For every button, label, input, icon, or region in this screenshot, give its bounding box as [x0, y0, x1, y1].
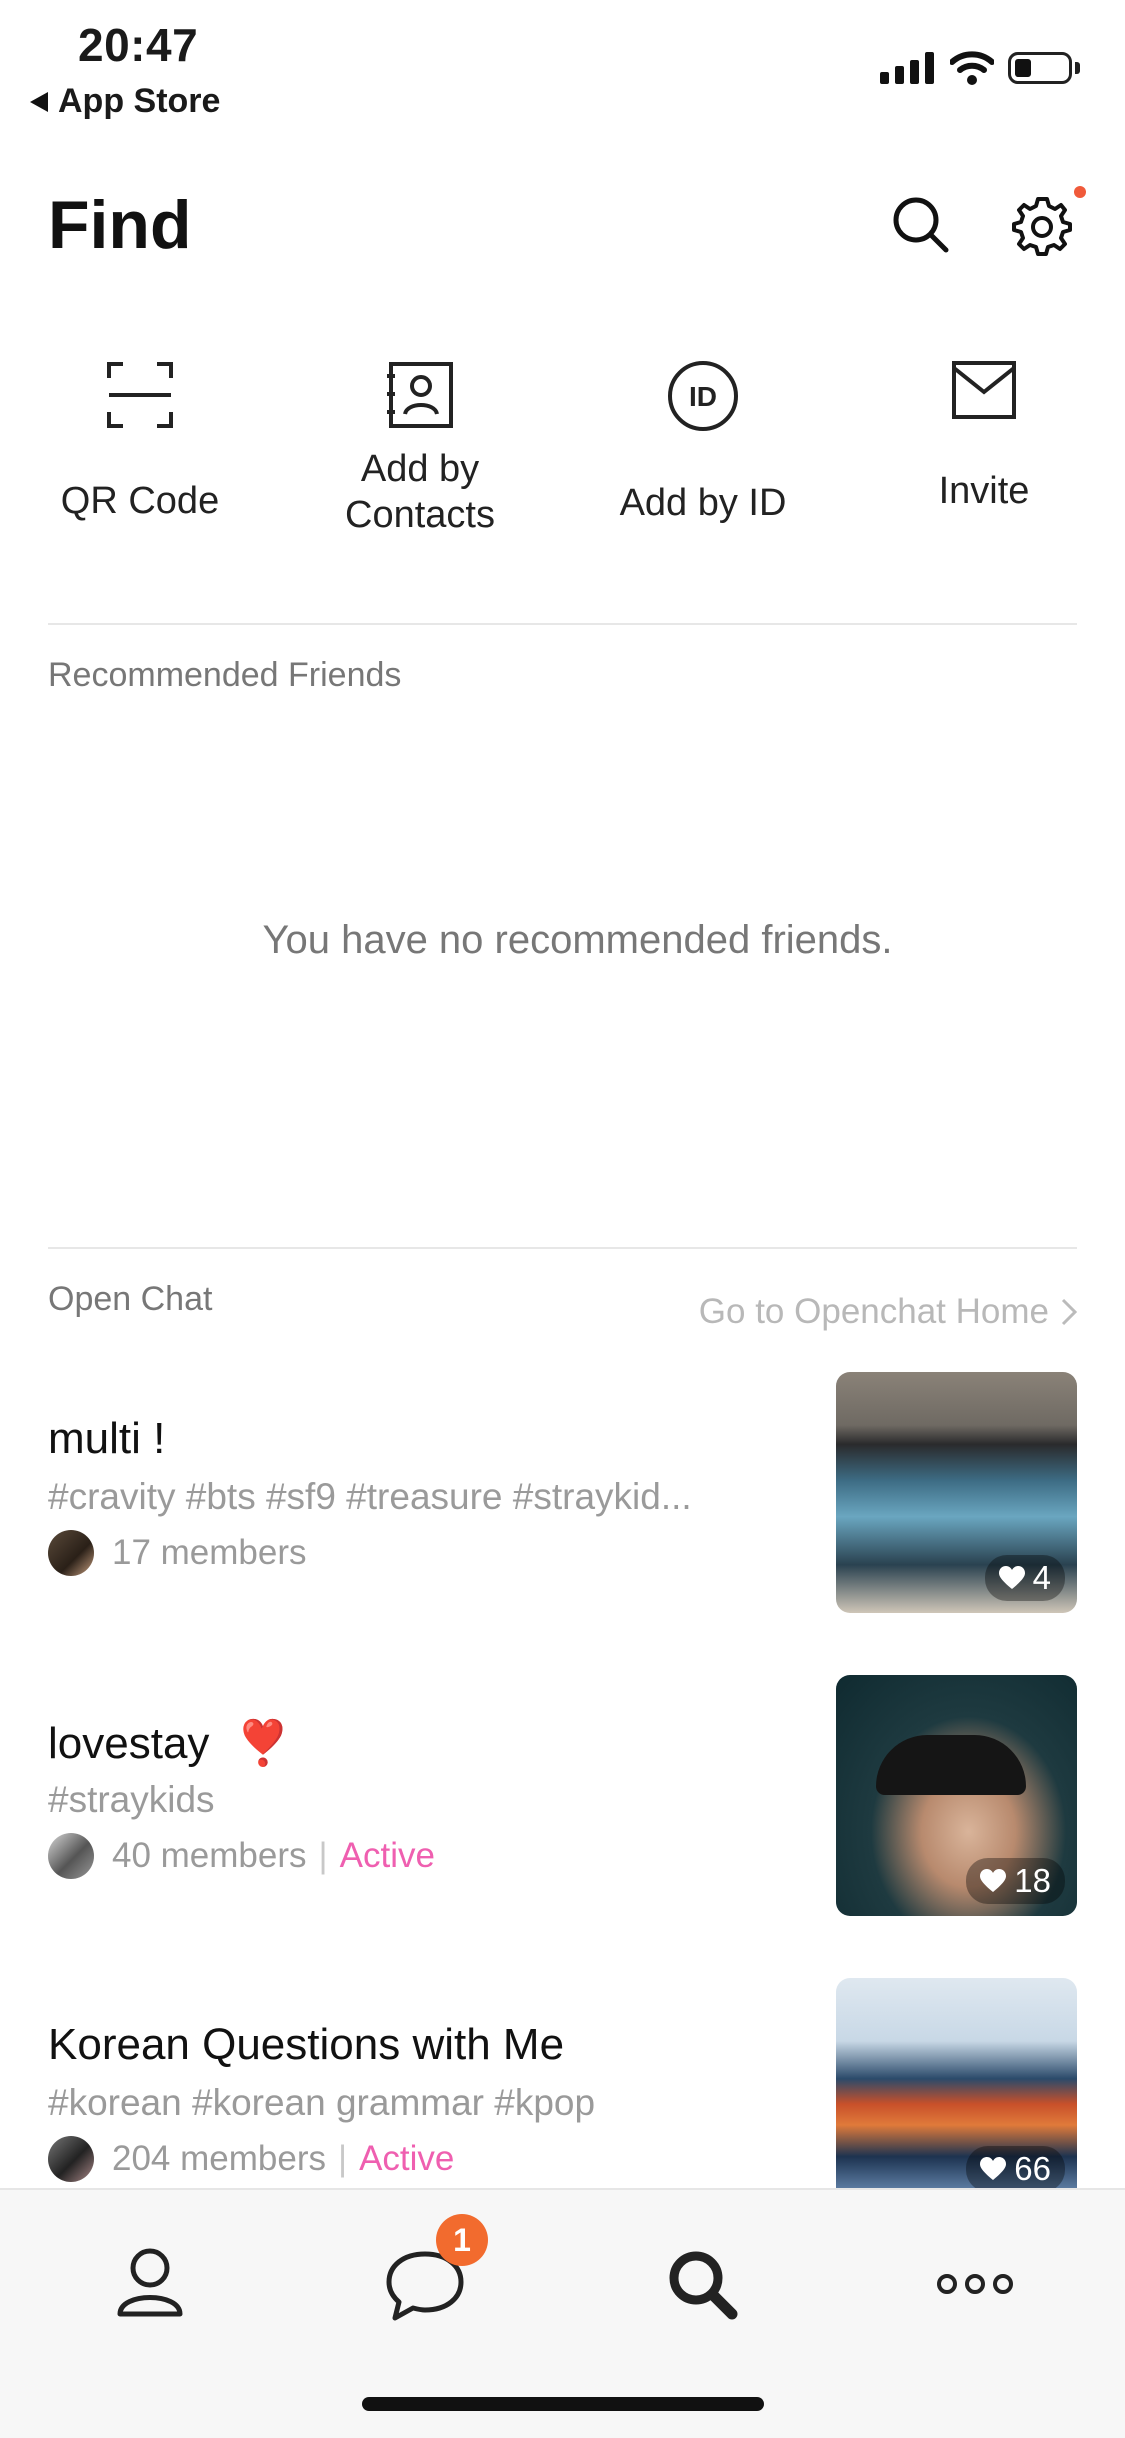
chat-name: Korean Questions with Me — [48, 2020, 565, 2069]
openchat-home-link[interactable]: Go to Openchat Home — [699, 1292, 1077, 1332]
contacts-book-icon — [387, 362, 453, 428]
likes-count: 4 — [1032, 1559, 1051, 1596]
status-time: 20:47 — [78, 19, 199, 71]
add-by-contacts-label: Add by Contacts — [345, 448, 495, 536]
person-icon[interactable] — [100, 2234, 200, 2334]
chat-thumbnail: 4 — [836, 1372, 1077, 1613]
chevron-right-icon — [1061, 1298, 1077, 1326]
separator: | — [318, 1836, 328, 1875]
heart-exclamation-emoji: ❣️ — [235, 1719, 291, 1768]
chat-name: multi ! — [48, 1414, 166, 1463]
search-icon[interactable] — [890, 194, 952, 256]
qr-code-label: QR Code — [60, 480, 220, 522]
heart-icon — [980, 1869, 1007, 1892]
member-count: 17 members — [112, 1533, 307, 1572]
recommended-friends-title: Recommended Friends — [48, 656, 402, 694]
cellular-signal-icon — [880, 52, 934, 84]
chat-tags: #straykids — [48, 1779, 215, 1820]
add-by-id-action[interactable]: ID Add by ID — [573, 360, 833, 526]
separator: | — [337, 2139, 348, 2178]
beanie-shape — [876, 1735, 1026, 1795]
member-count: 204 members — [112, 2139, 326, 2178]
likes-badge: 18 — [966, 1858, 1065, 1904]
settings-notification-dot — [1074, 186, 1086, 198]
divider — [48, 1247, 1077, 1249]
heart-icon — [998, 1566, 1025, 1589]
member-count: 40 members — [112, 1836, 307, 1875]
add-by-contacts-action[interactable]: Add by Contacts — [290, 362, 550, 538]
open-chat-item-multi[interactable]: multi ! #cravity #bts #sf9 #treasure #st… — [0, 1372, 1125, 1672]
back-arrow-icon — [30, 91, 48, 112]
avatar — [48, 1833, 94, 1879]
invite-action[interactable]: Invite — [854, 360, 1114, 514]
avatar — [48, 1530, 94, 1576]
id-circle-icon: ID — [668, 361, 738, 431]
back-to-app-store-link[interactable]: App Store — [30, 82, 220, 121]
status-active: Active — [339, 1836, 435, 1875]
open-chat-item-lovestay[interactable]: lovestay ❣️ #straykids 40 members | Acti… — [0, 1675, 1125, 1975]
invite-label: Invite — [938, 470, 1030, 512]
chat-thumbnail: 66 — [836, 1978, 1077, 2188]
chat-meta: 204 members | Active — [48, 2136, 454, 2182]
open-chat-title: Open Chat — [48, 1280, 213, 1318]
wifi-icon — [950, 51, 994, 85]
chat-unread-badge: 1 — [436, 2214, 488, 2266]
more-icon[interactable] — [925, 2234, 1025, 2334]
home-indicator — [362, 2397, 764, 2411]
add-by-id-label: Add by ID — [619, 482, 787, 524]
likes-count: 66 — [1014, 2150, 1051, 2187]
page-title: Find — [48, 187, 192, 263]
battery-cap — [1075, 62, 1080, 74]
status-active: Active — [359, 2139, 455, 2178]
chat-name: lovestay — [48, 1719, 210, 1768]
chat-meta: 40 members | Active — [48, 1833, 435, 1879]
gear-icon[interactable] — [1010, 194, 1072, 256]
likes-count: 18 — [1014, 1862, 1051, 1899]
divider — [48, 623, 1077, 625]
openchat-home-label: Go to Openchat Home — [698, 1292, 1049, 1331]
chat-tags: #korean #korean grammar #kpop — [48, 2082, 596, 2123]
empty-recommendations-message: You have no recommended friends. — [262, 918, 893, 962]
avatar — [48, 2136, 94, 2182]
svg-text:ID: ID — [689, 381, 717, 412]
chat-tags: #cravity #bts #sf9 #treasure #straykid..… — [48, 1476, 692, 1517]
likes-badge: 4 — [984, 1555, 1065, 1601]
qr-scan-icon — [107, 362, 173, 428]
battery-icon — [1008, 52, 1072, 84]
envelope-icon — [952, 361, 1016, 419]
heart-icon — [980, 2157, 1007, 2180]
qr-code-action[interactable]: QR Code — [10, 360, 270, 524]
chat-name-row: lovestay ❣️ — [48, 1717, 290, 1769]
chat-thumbnail: 18 — [836, 1675, 1077, 1916]
chat-meta: 17 members — [48, 1530, 307, 1576]
likes-badge: 66 — [966, 2146, 1065, 2188]
back-label: App Store — [58, 82, 221, 120]
search-icon[interactable] — [652, 2234, 752, 2334]
